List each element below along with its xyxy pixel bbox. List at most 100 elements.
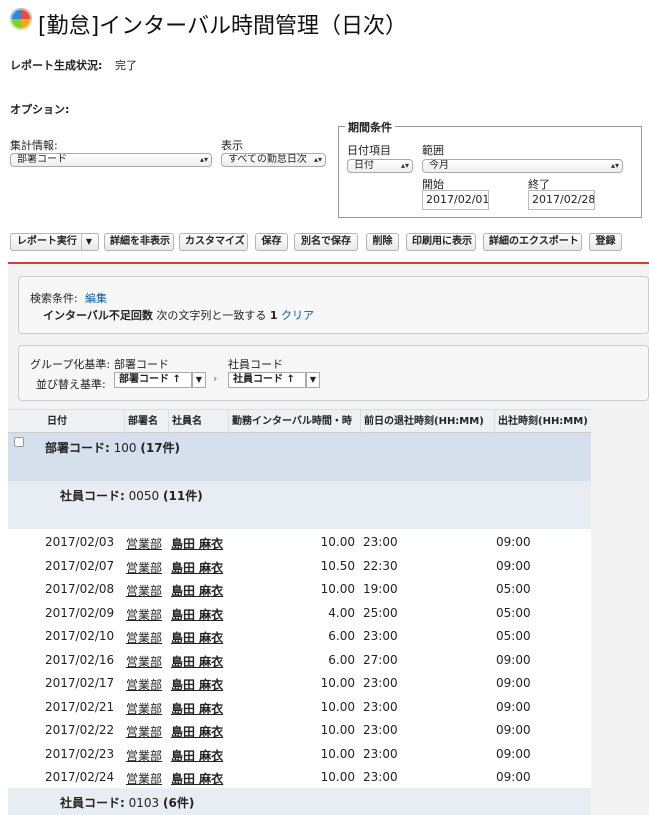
customize-button[interactable]: カスタマイズ [179, 233, 248, 251]
group-dept-value: 100 [113, 441, 137, 455]
cell-dept-link[interactable]: 営業部 [126, 747, 162, 764]
options-label: オプション: [10, 103, 70, 116]
run-report-button[interactable]: レポート実行 ▼ [10, 233, 99, 251]
group-dept-label: 部署コード: [45, 441, 110, 455]
printable-view-button[interactable]: 印刷用に表示 [406, 233, 476, 251]
group-emp-text: 社員コード: 0050 (11件) [60, 487, 203, 504]
group2-sort-select[interactable]: 社員コード ↑ [228, 372, 306, 388]
cell-dept-link[interactable]: 営業部 [126, 653, 162, 670]
cell-date: 2017/02/24 [45, 770, 115, 784]
table-row: 2017/02/24 営業部 島田 麻衣 10.00 23:00 09:00 [8, 766, 591, 790]
group-checkbox[interactable] [14, 437, 24, 447]
cell-arrive: 09:00 [496, 746, 531, 761]
save-button[interactable]: 保存 [255, 233, 288, 251]
filter-edit-link[interactable]: 編集 [85, 290, 107, 306]
date-field-select[interactable]: 日付 ▴▾ [347, 159, 413, 173]
col-arrive[interactable]: 出社時刻(HH:MM) [494, 410, 591, 434]
group1-name: 部署コード [114, 358, 169, 371]
cell-date: 2017/02/10 [45, 629, 115, 643]
cell-employee-link[interactable]: 島田 麻衣 [171, 559, 223, 576]
group2-dropdown-icon[interactable]: ▼ [306, 372, 320, 388]
cell-interval: 10.00 [320, 582, 355, 596]
cell-employee-link[interactable]: 島田 麻衣 [171, 770, 223, 787]
cell-prev-leave: 23:00 [363, 723, 398, 737]
cell-dept-link[interactable]: 営業部 [126, 582, 162, 599]
app-logo-icon [10, 8, 32, 30]
summary-select-value: 部署コード [17, 154, 67, 165]
cell-dept-link[interactable]: 営業部 [126, 770, 162, 787]
cell-date: 2017/02/23 [45, 746, 115, 761]
dropdown-arrow-icon[interactable]: ▼ [80, 234, 92, 250]
end-date-input[interactable]: 2017/02/28 [528, 190, 595, 210]
select-arrows-icon: ▴▾ [199, 155, 208, 164]
col-date[interactable]: 日付 [44, 410, 124, 434]
col-employee[interactable]: 社員名 [168, 410, 228, 434]
cell-employee-link[interactable]: 島田 麻衣 [171, 723, 223, 740]
cell-dept-link[interactable]: 営業部 [126, 629, 162, 646]
group1-dropdown-icon[interactable]: ▼ [192, 372, 206, 388]
table-row: 2017/02/17 営業部 島田 麻衣 10.00 23:00 09:00 [8, 672, 591, 696]
cell-dept-link[interactable]: 営業部 [126, 559, 162, 576]
col-dept[interactable]: 部署名 [124, 410, 168, 434]
table-row: 2017/02/23 営業部 島田 麻衣 10.00 23:00 09:00 [8, 743, 591, 767]
group-dept-text: 部署コード: 100 (17件) [45, 439, 180, 456]
cell-employee-link[interactable]: 島田 麻衣 [171, 700, 223, 717]
start-date-input[interactable]: 2017/02/01 [422, 190, 489, 210]
table-row: 2017/02/03 営業部 島田 麻衣 10.00 23:00 09:00 [8, 531, 591, 555]
cell-employee-link[interactable]: 島田 麻衣 [171, 535, 223, 552]
cell-employee-link[interactable]: 島田 麻衣 [171, 582, 223, 599]
group-emp-count: (11件) [163, 489, 203, 503]
col-prev-leave[interactable]: 前日の退社時刻(HH:MM) [360, 410, 494, 434]
col-interval[interactable]: 勤務インターバル時間・時 [228, 410, 360, 434]
cell-interval: 10.00 [320, 746, 355, 761]
cell-employee-link[interactable]: 島田 麻衣 [171, 606, 223, 623]
range-select[interactable]: 今月 ▴▾ [422, 159, 623, 173]
group1-sort-select[interactable]: 部署コード ↑ [114, 372, 192, 388]
cell-date: 2017/02/08 [45, 582, 115, 596]
cell-prev-leave: 23:00 [363, 746, 398, 761]
cell-prev-leave: 22:30 [363, 558, 398, 573]
cell-interval: 10.00 [320, 535, 355, 549]
run-report-label: レポート実行 [16, 236, 77, 247]
cell-dept-link[interactable]: 営業部 [126, 606, 162, 623]
group-emp2-text: 社員コード: 0103 (6件) [60, 794, 194, 811]
cell-arrive: 05:00 [496, 582, 531, 596]
cell-arrive: 09:00 [496, 699, 531, 714]
cell-prev-leave: 23:00 [363, 770, 398, 784]
cell-arrive: 09:00 [496, 558, 531, 573]
range-value: 今月 [429, 160, 449, 171]
save-as-button[interactable]: 別名で保存 [294, 233, 358, 251]
cell-dept-link[interactable]: 営業部 [126, 676, 162, 693]
date-field-value: 日付 [354, 160, 374, 171]
status-value: 完了 [115, 59, 137, 72]
cell-employee-link[interactable]: 島田 麻衣 [171, 653, 223, 670]
cell-arrive: 09:00 [496, 723, 531, 737]
schedule-button[interactable]: 登録 [589, 233, 622, 251]
table-row: 2017/02/07 営業部 島田 麻衣 10.50 22:30 09:00 [8, 555, 591, 579]
select-arrows-icon: ▴▾ [313, 155, 322, 164]
delete-button[interactable]: 削除 [366, 233, 399, 251]
cell-employee-link[interactable]: 島田 麻衣 [171, 629, 223, 646]
status-label: レポート生成状況: [10, 59, 103, 72]
cell-employee-link[interactable]: 島田 麻衣 [171, 747, 223, 764]
filter-field: インターバル不足回数 [43, 309, 153, 322]
display-select[interactable]: すべての勤怠日次 ▴▾ [221, 153, 326, 167]
cell-arrive: 09:00 [496, 652, 531, 667]
cell-dept-link[interactable]: 営業部 [126, 535, 162, 552]
hide-details-button[interactable]: 詳細を非表示 [104, 233, 174, 251]
cell-arrive: 09:00 [496, 676, 531, 690]
table-row: 2017/02/16 営業部 島田 麻衣 6.00 27:00 09:00 [8, 649, 591, 673]
cell-dept-link[interactable]: 営業部 [126, 700, 162, 717]
cell-interval: 4.00 [328, 605, 355, 620]
cell-dept-link[interactable]: 営業部 [126, 723, 162, 740]
export-details-button[interactable]: 詳細のエクスポート [483, 233, 582, 251]
cell-date: 2017/02/03 [45, 535, 115, 549]
filter-clear-link[interactable]: クリア [281, 309, 314, 322]
cell-date: 2017/02/07 [45, 558, 115, 573]
table-body: 2017/02/03 営業部 島田 麻衣 10.00 23:00 09:00 2017/02… [8, 529, 591, 788]
cell-interval: 10.00 [320, 699, 355, 714]
cell-prev-leave: 23:00 [363, 699, 398, 714]
cell-employee-link[interactable]: 島田 麻衣 [171, 676, 223, 693]
summary-select[interactable]: 部署コード ▴▾ [10, 153, 212, 167]
cell-prev-leave: 25:00 [363, 605, 398, 620]
